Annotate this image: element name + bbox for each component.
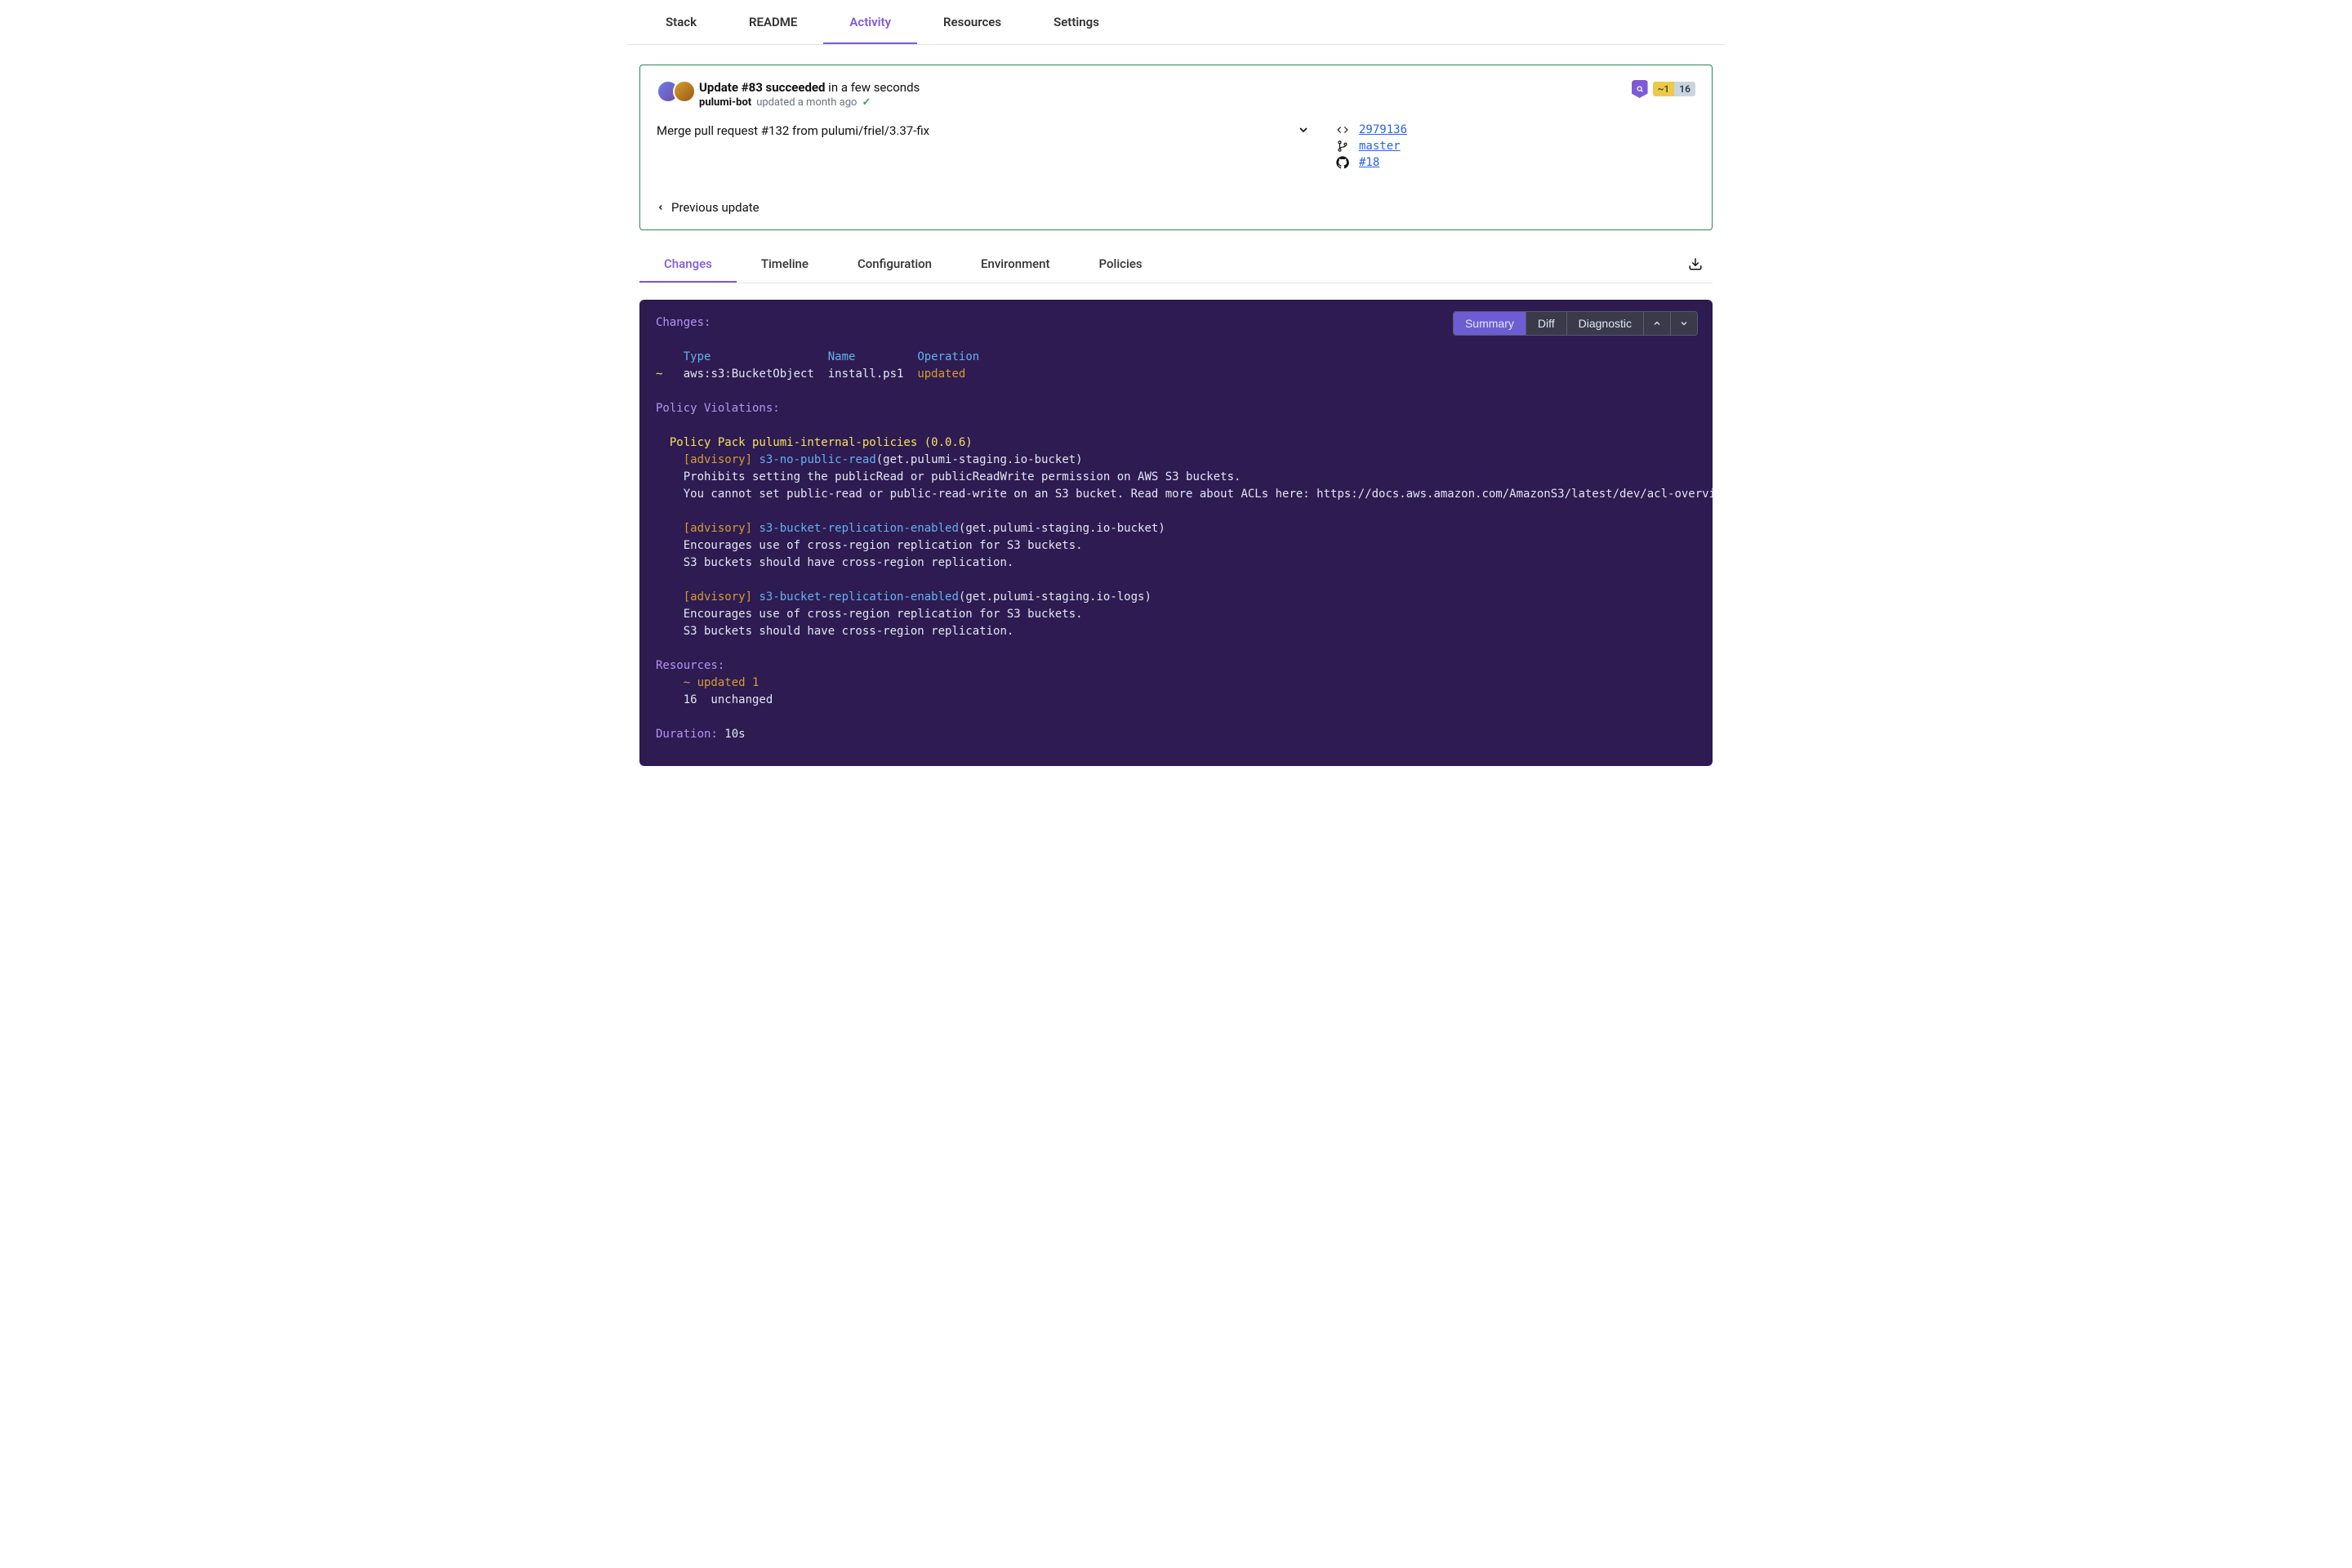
tab-resources[interactable]: Resources [917,0,1027,44]
update-card: Update #83 succeeded in a few seconds pu… [639,65,1713,230]
update-title: Update #83 succeeded in a few seconds [699,80,1622,95]
chevron-left-icon [657,203,665,212]
subtab-timeline[interactable]: Timeline [737,245,833,283]
term-view-diagnostic[interactable]: Diagnostic [1567,312,1644,335]
previous-update-link[interactable]: Previous update [657,197,1695,218]
commit-icon [1336,124,1349,136]
top-nav: Stack README Activity Resources Settings [626,0,1726,45]
tab-readme[interactable]: README [723,0,823,44]
term-next-button[interactable] [1671,312,1697,335]
subtab-changes[interactable]: Changes [639,245,737,283]
tab-stack[interactable]: Stack [639,0,723,44]
download-button[interactable] [1678,250,1713,278]
subtab-environment[interactable]: Environment [956,245,1075,283]
change-count-badge: ~116 [1653,82,1695,96]
commit-link[interactable]: 2979136 [1359,123,1407,136]
subtab-configuration[interactable]: Configuration [833,245,956,283]
term-prev-button[interactable] [1644,312,1671,335]
avatar [673,80,696,103]
commit-message: Merge pull request #132 from pulumi/frie… [657,123,929,138]
sub-nav: Changes Timeline Configuration Environme… [639,245,1713,283]
terminal-toolbar: Summary Diff Diagnostic [1453,311,1698,336]
expand-commit-icon[interactable] [1290,123,1316,136]
terminal-output: Changes: Type Name Operation ~ aws:s3:Bu… [639,314,1713,743]
branch-link[interactable]: master [1359,140,1401,153]
avatar-stack [657,80,689,103]
branch-icon [1336,140,1349,152]
term-view-summary[interactable]: Summary [1454,312,1526,335]
check-icon: ✓ [862,96,871,109]
tab-settings[interactable]: Settings [1027,0,1125,44]
terminal-panel: Summary Diff Diagnostic Changes: Type Na… [639,300,1713,766]
github-icon [1336,156,1349,169]
subtab-policies[interactable]: Policies [1075,245,1167,283]
update-subtitle: pulumi-bot updated a month ago ✓ [699,96,1622,109]
tab-activity[interactable]: Activity [823,0,917,44]
term-view-diff[interactable]: Diff [1526,312,1567,335]
shield-icon[interactable] [1632,80,1648,98]
pr-link[interactable]: #18 [1359,156,1379,169]
